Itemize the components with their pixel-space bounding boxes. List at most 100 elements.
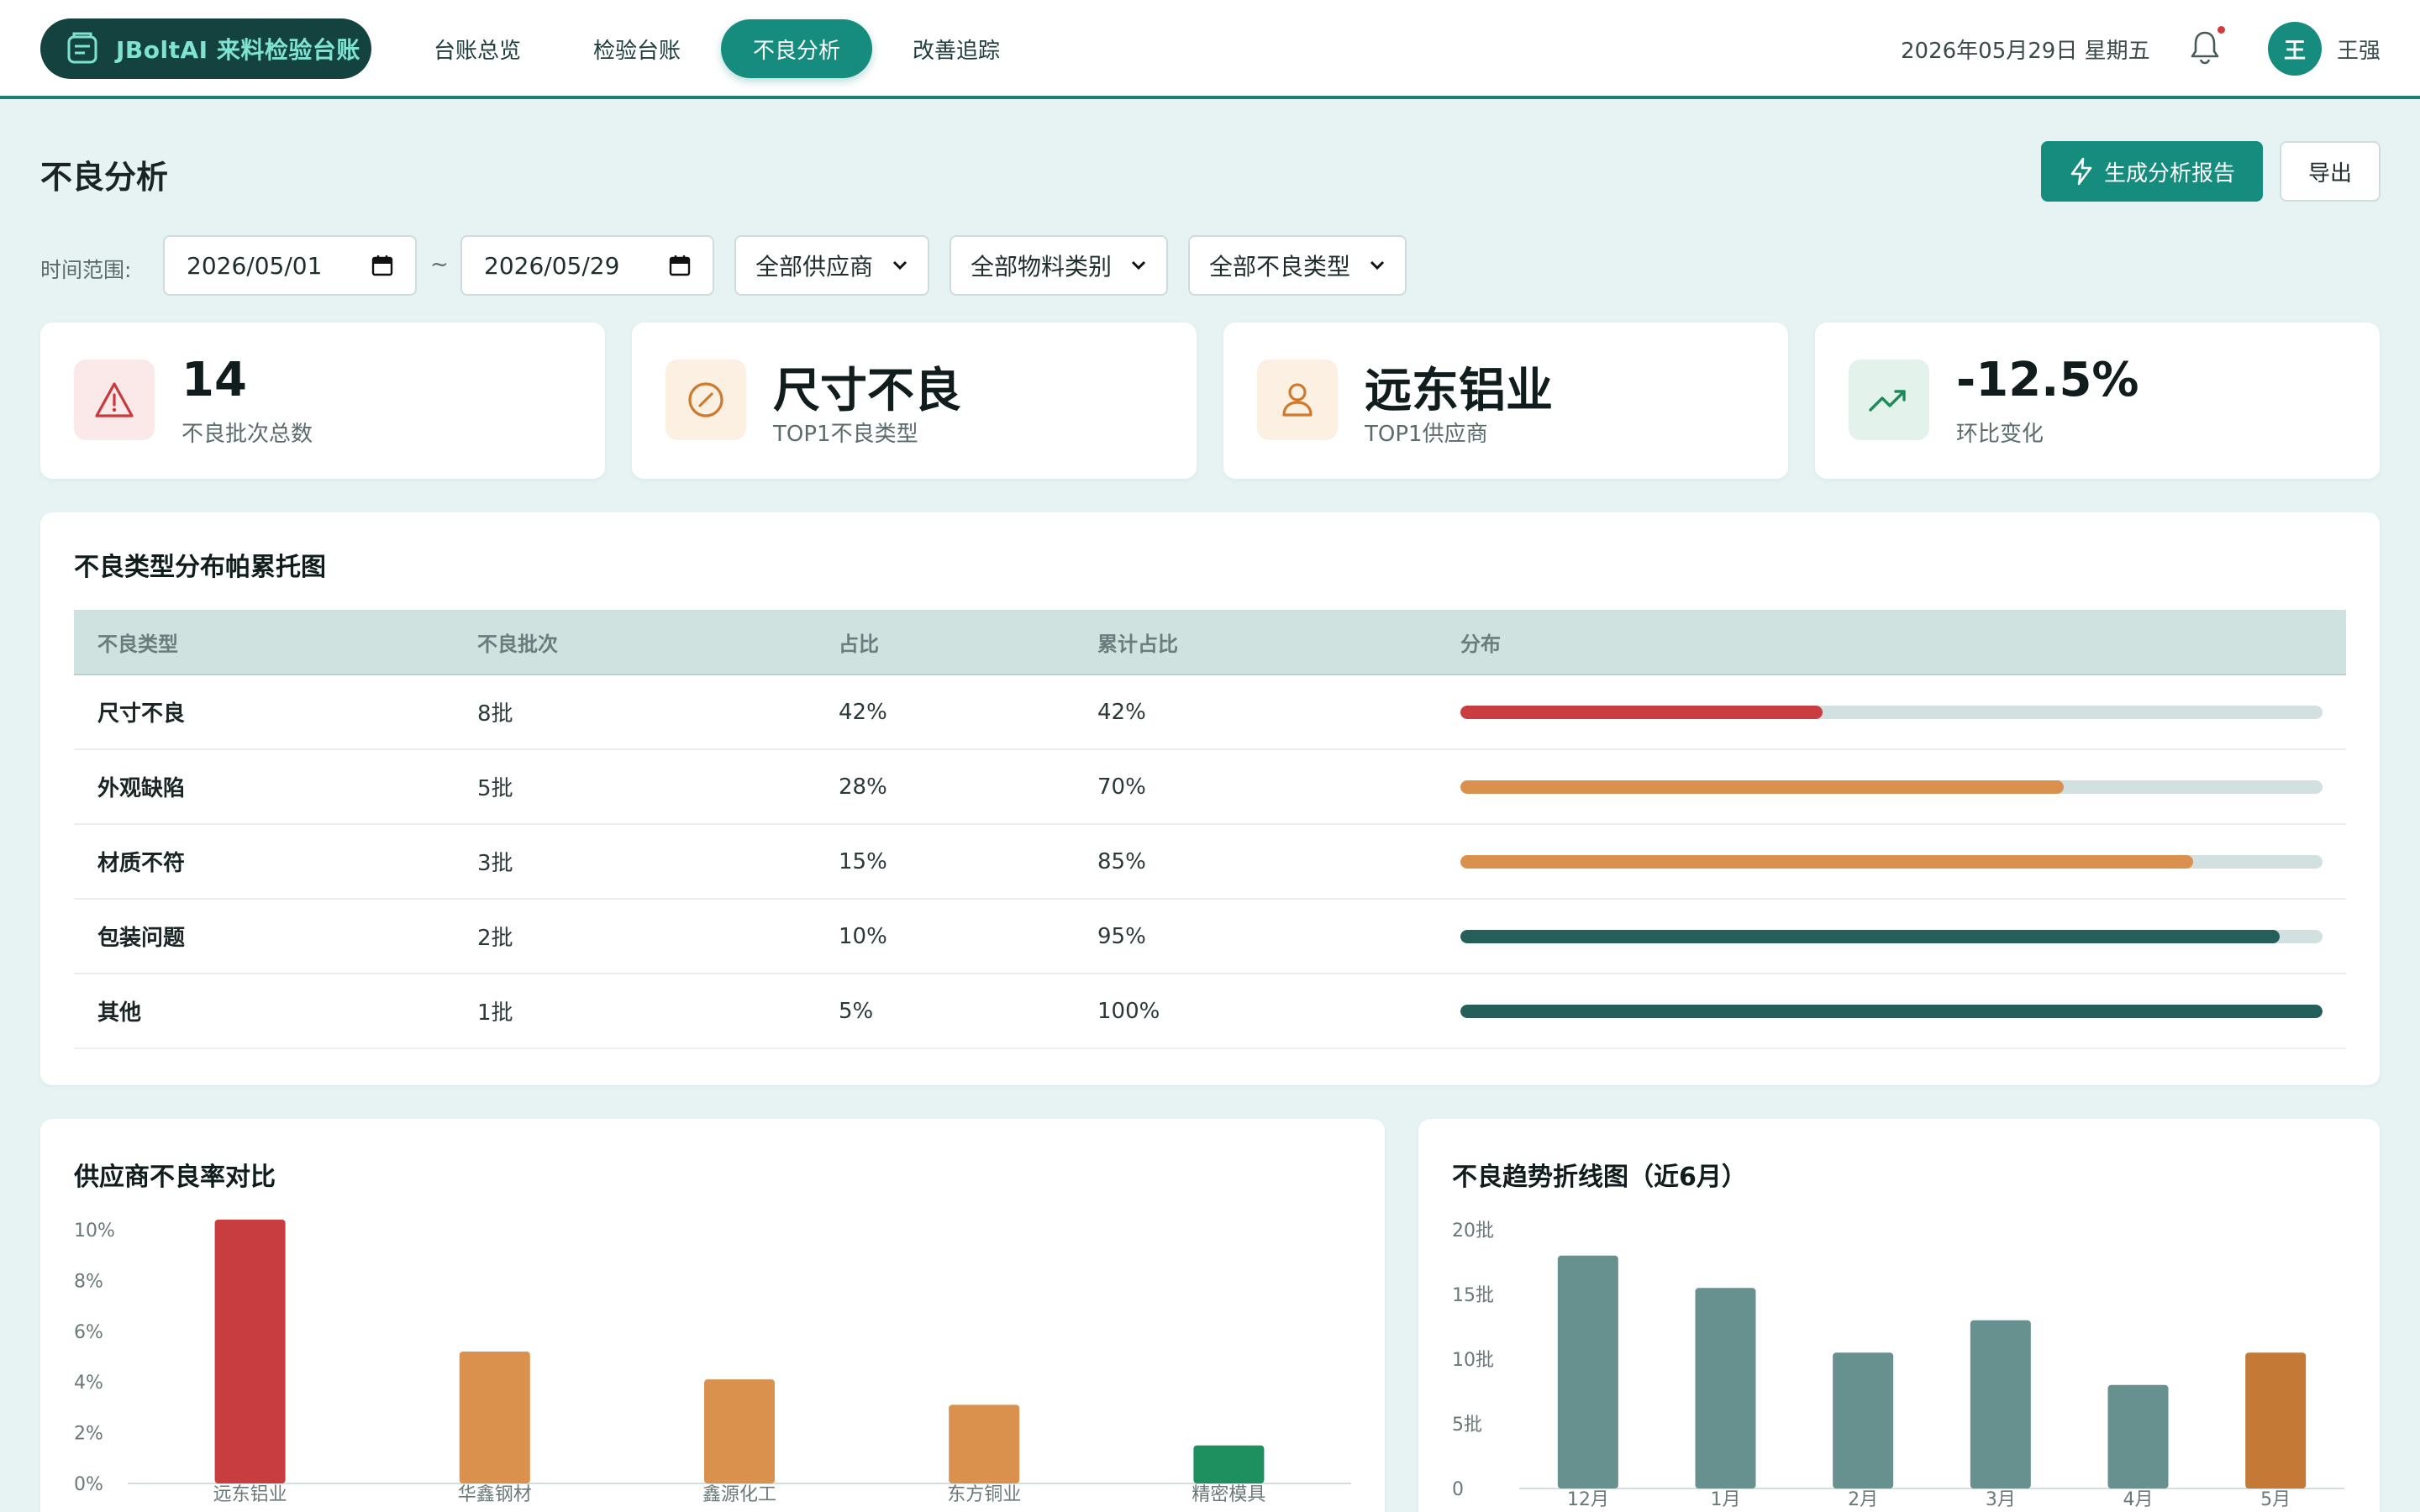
distribution-bar-fill xyxy=(1460,854,2194,869)
end-date-value: 2026/05/29 xyxy=(484,251,620,280)
distribution-bar-fill xyxy=(1460,780,2065,794)
cell-batches: 1批 xyxy=(477,1000,513,1026)
cell-distribution xyxy=(1435,1004,2346,1018)
nav-item-inspection[interactable]: 检验台账 xyxy=(561,19,713,78)
kpi-card-total: 14 不良批次总数 xyxy=(40,323,605,479)
x-tick-label: 远东铝业 xyxy=(213,1484,287,1505)
calendar-icon[interactable] xyxy=(669,255,691,276)
trend-card: 不良趋势折线图（近6月） 0 5批 10批 15批 20批 12月 1月 2月 3月 4月 5月 xyxy=(1418,1119,2380,1512)
pareto-title: 不良类型分布帕累托图 xyxy=(74,553,326,582)
cell-share: 42% xyxy=(839,699,887,725)
cell-distribution xyxy=(1435,929,2346,943)
trend-up-icon xyxy=(1869,390,1906,412)
cell-batches: 3批 xyxy=(477,851,513,876)
kpi-label: 不良批次总数 xyxy=(182,422,313,447)
col-header-distribution: 分布 xyxy=(1460,632,1501,656)
y-tick-label: 15批 xyxy=(1452,1285,1494,1306)
avatar[interactable]: 王 xyxy=(2268,22,2322,76)
start-date-input[interactable]: 2026/05/01 xyxy=(163,235,417,296)
kpi-value: 14 xyxy=(182,353,247,407)
supplier-rate-chart: 0% 2% 4% 6% 8% 10% 远东铝业 华鑫钢材 鑫源化工 东方铜业 精密模具 xyxy=(74,1219,1351,1505)
start-date-value: 2026/05/01 xyxy=(187,251,323,280)
bar xyxy=(459,1351,530,1483)
cell-type: 包装问题 xyxy=(97,926,186,951)
nav-item-improvement[interactable]: 改善追踪 xyxy=(881,19,1032,78)
cell-distribution xyxy=(1435,705,2346,719)
distribution-bar-track xyxy=(1460,854,2323,869)
table-header: 不良类型 不良批次 占比 累计占比 分布 xyxy=(74,610,2346,675)
cell-type: 尺寸不良 xyxy=(97,701,186,727)
supplier-select[interactable]: 全部供应商 xyxy=(734,235,929,296)
kpi-value: 尺寸不良 xyxy=(773,364,961,418)
kpi-icon-box xyxy=(1257,360,1338,440)
kpi-label: TOP1供应商 xyxy=(1365,422,1488,447)
kpi-icon-box xyxy=(1849,360,1929,440)
bar xyxy=(949,1404,1020,1483)
kpi-card-mom-change: -12.5% 环比变化 xyxy=(1815,323,2380,479)
calendar-icon[interactable] xyxy=(371,255,393,276)
cell-cumulative: 42% xyxy=(1097,699,1146,725)
kpi-icon-box xyxy=(74,360,155,440)
nav-item-overview[interactable]: 台账总览 xyxy=(402,19,553,78)
cell-share: 28% xyxy=(839,774,887,800)
generate-report-button[interactable]: 生成分析报告 xyxy=(2041,141,2263,202)
kpi-icon-box xyxy=(666,360,746,440)
y-tick-label: 8% xyxy=(74,1271,103,1292)
table-body: 尺寸不良 8批 42% 42% 外观缺陷 5批 28% 70% 材质不符 3批 … xyxy=(74,675,2346,1049)
material-select[interactable]: 全部物料类别 xyxy=(950,235,1168,296)
cell-batches: 2批 xyxy=(477,926,513,951)
lightning-icon xyxy=(2070,157,2092,186)
cell-type: 外观缺陷 xyxy=(97,776,186,801)
defect-trend-chart: 0 5批 10批 15批 20批 12月 1月 2月 3月 4月 5月 xyxy=(1452,1221,2344,1510)
compass-icon xyxy=(688,382,723,417)
cell-cumulative: 95% xyxy=(1097,923,1146,949)
defect-type-select[interactable]: 全部不良类型 xyxy=(1188,235,1407,296)
user-icon xyxy=(1282,383,1313,417)
bar xyxy=(1970,1320,2031,1488)
kpi-value: -12.5% xyxy=(1956,353,2139,407)
cell-cumulative: 85% xyxy=(1097,848,1146,874)
user-name[interactable]: 王强 xyxy=(2337,34,2381,65)
generate-report-label: 生成分析报告 xyxy=(2103,160,2235,186)
table-row[interactable]: 包装问题 2批 10% 95% xyxy=(74,900,2346,974)
kpi-card-top-supplier: 远东铝业 TOP1供应商 xyxy=(1223,323,1788,479)
distribution-bar-fill xyxy=(1460,705,1823,719)
table-row[interactable]: 尺寸不良 8批 42% 42% xyxy=(74,675,2346,750)
cell-distribution xyxy=(1435,854,2346,869)
bell-icon[interactable] xyxy=(2188,29,2222,66)
y-tick-label: 10% xyxy=(74,1221,115,1242)
x-tick-label: 精密模具 xyxy=(1192,1484,1265,1505)
nav-item-defect-analysis[interactable]: 不良分析 xyxy=(721,19,873,78)
cell-cumulative: 70% xyxy=(1097,774,1146,800)
table-row[interactable]: 其他 1批 5% 100% xyxy=(74,974,2346,1049)
page-title: 不良分析 xyxy=(40,159,169,196)
distribution-bar-fill xyxy=(1460,929,2280,943)
y-tick-label: 0 xyxy=(1452,1479,1464,1500)
end-date-input[interactable]: 2026/05/29 xyxy=(460,235,714,296)
x-tick-label: 2月 xyxy=(1848,1489,1878,1510)
x-tick-label: 华鑫钢材 xyxy=(458,1484,532,1505)
col-header-batches: 不良批次 xyxy=(477,632,558,656)
y-tick-label: 4% xyxy=(74,1373,103,1394)
export-button[interactable]: 导出 xyxy=(2280,141,2381,202)
table-row[interactable]: 材质不符 3批 15% 85% xyxy=(74,825,2346,900)
col-header-type: 不良类型 xyxy=(97,632,178,656)
col-header-cumulative: 累计占比 xyxy=(1097,632,1178,656)
y-tick-label: 10批 xyxy=(1452,1350,1494,1371)
x-tick-label: 东方铜业 xyxy=(947,1484,1021,1505)
bar xyxy=(1695,1288,1756,1488)
notification-dot xyxy=(2217,26,2225,34)
cell-batches: 8批 xyxy=(477,701,513,727)
time-range-label: 时间范围: xyxy=(40,258,132,282)
x-tick-label: 1月 xyxy=(1711,1489,1741,1510)
cell-share: 15% xyxy=(839,848,887,874)
distribution-bar-track xyxy=(1460,929,2323,943)
bar xyxy=(1557,1255,1618,1488)
chevron-down-icon xyxy=(1370,260,1385,270)
bar xyxy=(1833,1352,1894,1488)
x-tick-label: 5月 xyxy=(2260,1489,2291,1510)
table-row[interactable]: 外观缺陷 5批 28% 70% xyxy=(74,750,2346,825)
brand-logo[interactable]: JBoltAI 来料检验台账 xyxy=(40,18,371,79)
x-tick-label: 3月 xyxy=(1986,1489,2016,1510)
brand-name: JBoltAI 来料检验台账 xyxy=(116,36,360,64)
